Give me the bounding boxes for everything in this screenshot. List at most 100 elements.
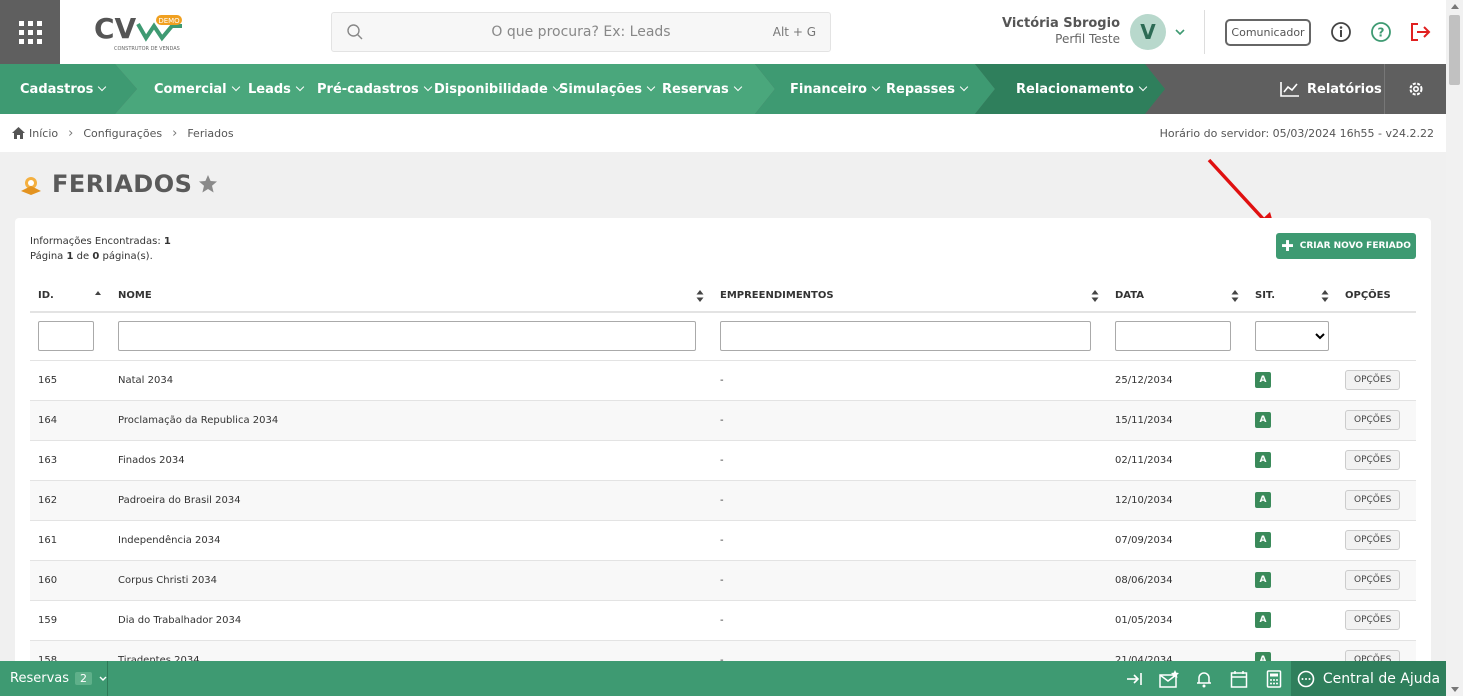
table-row[interactable]: 160 Corpus Christi 2034-08/06/2034 A OPÇÕES <box>30 560 1416 601</box>
options-button[interactable]: OPÇÕES <box>1345 410 1401 430</box>
status-badge: A <box>1255 532 1271 548</box>
star-icon[interactable] <box>198 174 218 194</box>
divider <box>107 661 108 696</box>
plus-icon: ✚ <box>1281 236 1294 255</box>
nav-comercial[interactable]: Comercial <box>154 64 240 114</box>
global-search-input[interactable]: O que procura? Ex: Leads Alt + G <box>331 12 831 52</box>
nav-simulacoes[interactable]: Simulações <box>559 64 656 114</box>
table-row[interactable]: 161 Independência 2034-07/09/2034 A OPÇÕES <box>30 520 1416 561</box>
chevron-down-icon <box>423 82 432 92</box>
cell-id: 164 <box>30 400 110 441</box>
chevron-down-icon <box>871 82 881 92</box>
chevron-right-icon: › <box>68 125 74 141</box>
cell-opcoes: OPÇÕES <box>1337 360 1416 401</box>
grid-icon <box>18 20 42 44</box>
search-shortcut: Alt + G <box>772 25 816 39</box>
sort-icon <box>1321 290 1329 302</box>
table-row[interactable]: 164 Proclamação da Republica 2034-15/11/2… <box>30 400 1416 441</box>
nav-disponibilidade[interactable]: Disponibilidade <box>434 64 562 114</box>
filter-data-input[interactable] <box>1115 321 1231 352</box>
cell-sit: A <box>1247 520 1337 561</box>
nav-leads[interactable]: Leads <box>248 64 305 114</box>
filter-row <box>30 312 1416 361</box>
scroll-up-arrow[interactable] <box>1451 4 1459 9</box>
user-info[interactable]: Victória Sbrogio Perfil Teste <box>1002 16 1120 46</box>
create-holiday-button[interactable]: ✚ CRIAR NOVO FERIADO <box>1276 233 1416 259</box>
column-header-sit[interactable]: SIT. <box>1247 280 1337 313</box>
nav-relacionamento[interactable]: Relacionamento <box>1016 64 1148 114</box>
nav-repasses[interactable]: Repasses <box>886 64 969 114</box>
chevron-down-icon <box>231 82 240 92</box>
column-header-data[interactable]: DATA <box>1107 280 1247 313</box>
cell-nome: Dia do Trabalhador 2034 <box>110 600 712 641</box>
reservas-toggle[interactable]: Reservas 2 <box>10 661 108 696</box>
logout-icon[interactable] <box>1409 21 1433 43</box>
cell-data: 08/06/2034 <box>1107 560 1247 601</box>
svg-text:CV: CV <box>94 12 137 45</box>
status-badge: A <box>1255 372 1271 388</box>
calculator-icon[interactable] <box>1266 670 1282 688</box>
table-row[interactable]: 165 Natal 2034-25/12/2034 A OPÇÕES <box>30 360 1416 401</box>
sort-icon <box>1231 290 1239 302</box>
settings-button[interactable] <box>1384 64 1446 114</box>
cell-data: 12/10/2034 <box>1107 480 1247 521</box>
apps-menu-button[interactable] <box>0 0 60 64</box>
cell-sit: A <box>1247 480 1337 521</box>
cell-opcoes: OPÇÕES <box>1337 600 1416 641</box>
nav-reservas[interactable]: Reservas <box>662 64 743 114</box>
nav-pre-cadastros[interactable]: Pré-cadastros <box>317 64 432 114</box>
nav-cadastros[interactable]: Cadastros <box>20 64 107 114</box>
breadcrumb-inicio[interactable]: Início <box>29 127 58 140</box>
logo[interactable]: CV DEMO CONSTRUTOR DE VENDAS <box>94 12 186 52</box>
column-header-id[interactable]: ID. <box>30 280 110 313</box>
holidays-card: Informações Encontradas: 1 Página 1 de 0… <box>15 218 1431 678</box>
filter-sit-select[interactable] <box>1255 321 1329 352</box>
nav-financeiro[interactable]: Financeiro <box>790 64 881 114</box>
scroll-thumb[interactable] <box>1449 15 1460 85</box>
cell-empreendimentos: - <box>712 360 1107 401</box>
page-scrollbar[interactable] <box>1446 0 1463 696</box>
avatar[interactable]: V <box>1130 14 1166 50</box>
filter-nome-input[interactable] <box>118 321 696 352</box>
table-row[interactable]: 159 Dia do Trabalhador 2034-01/05/2034 A OP… <box>30 600 1416 641</box>
options-button[interactable]: OPÇÕES <box>1345 610 1401 630</box>
comunicador-button[interactable]: Comunicador <box>1225 19 1311 46</box>
options-button[interactable]: OPÇÕES <box>1345 370 1401 390</box>
breadcrumb-feriados: Feriados <box>187 126 234 140</box>
chevron-down-icon[interactable] <box>1174 26 1186 38</box>
page-title: FERIADOS <box>52 170 193 198</box>
user-name: Victória Sbrogio <box>1001 16 1120 31</box>
svg-text:?: ? <box>1378 26 1385 40</box>
cell-id: 161 <box>30 520 110 561</box>
options-button[interactable]: OPÇÕES <box>1345 450 1401 470</box>
help-icon[interactable]: ? <box>1370 21 1392 43</box>
bell-icon[interactable] <box>1196 670 1212 688</box>
reservas-count-badge: 2 <box>75 672 92 685</box>
calendar-icon[interactable] <box>1230 670 1248 688</box>
help-center-button[interactable]: Central de Ajuda <box>1291 661 1446 696</box>
table-row[interactable]: 163 Finados 2034-02/11/2034 A OPÇÕES <box>30 440 1416 481</box>
status-badge: A <box>1255 572 1271 588</box>
column-header-empreendimentos[interactable]: EMPREENDIMENTOS <box>712 280 1107 313</box>
nav-relatorios[interactable]: Relatórios <box>1280 64 1382 114</box>
collapse-right-icon[interactable] <box>1125 670 1143 688</box>
table-row[interactable]: 162 Padroeira do Brasil 2034-12/10/2034 A O… <box>30 480 1416 521</box>
cell-empreendimentos: - <box>712 400 1107 441</box>
options-button[interactable]: OPÇÕES <box>1345 530 1401 550</box>
holidays-table: ID. NOME EMPREENDIMENTOS DATA SIT. OPÇÕE… <box>30 280 1416 678</box>
cell-opcoes: OPÇÕES <box>1337 480 1416 521</box>
column-header-nome[interactable]: NOME <box>110 280 712 313</box>
options-button[interactable]: OPÇÕES <box>1345 570 1401 590</box>
home-icon[interactable] <box>12 127 25 139</box>
chevron-down-icon <box>733 82 743 92</box>
cell-id: 163 <box>30 440 110 481</box>
status-badge: A <box>1255 492 1271 508</box>
filter-id-input[interactable] <box>38 321 94 352</box>
mail-star-icon[interactable] <box>1159 670 1179 688</box>
filter-empreendimentos-input[interactable] <box>720 321 1091 352</box>
info-icon[interactable] <box>1330 21 1352 43</box>
scroll-down-arrow[interactable] <box>1451 687 1459 692</box>
options-button[interactable]: OPÇÕES <box>1345 490 1401 510</box>
breadcrumb-configuracoes[interactable]: Configurações <box>83 127 162 140</box>
cell-data: 01/05/2034 <box>1107 600 1247 641</box>
